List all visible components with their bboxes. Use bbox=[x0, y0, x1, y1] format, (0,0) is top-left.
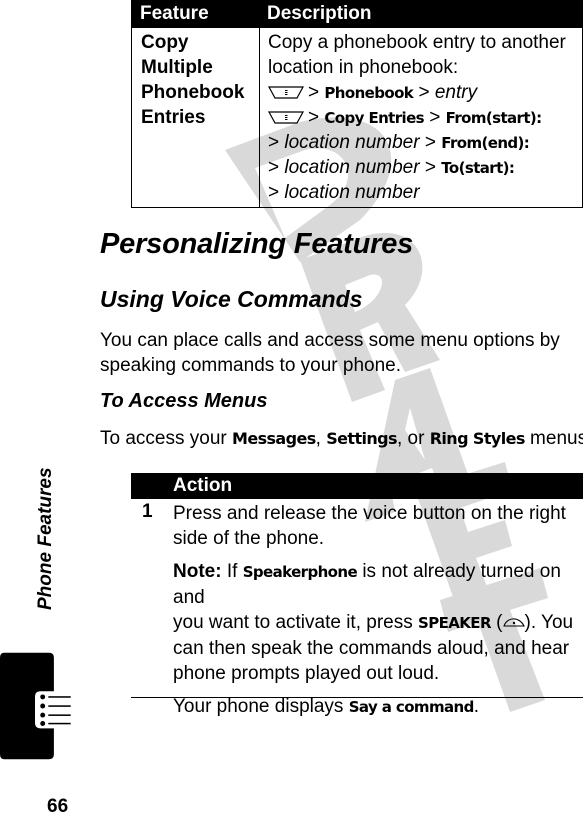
text: menus: bbox=[530, 428, 583, 449]
path-target: location number bbox=[284, 157, 420, 178]
menu-key-icon bbox=[268, 86, 304, 99]
key-speaker: SPEAKER bbox=[418, 614, 491, 632]
intro-paragraph: You can place calls and access some menu… bbox=[100, 328, 570, 378]
text: can then speak the commands aloud, and h… bbox=[173, 638, 570, 659]
path-separator: > bbox=[418, 82, 430, 103]
step-content: Press and release the voice button on th… bbox=[173, 501, 578, 728]
column-header-action: Action bbox=[173, 475, 233, 496]
feature-name-line: Copy bbox=[141, 32, 189, 53]
menu-item-copy-entries: Copy Entries bbox=[324, 109, 424, 127]
menu-path-from-end: > location number > From(end): bbox=[268, 130, 583, 155]
feature-table-header: Feature Description bbox=[131, 0, 583, 28]
path-target: entry bbox=[434, 82, 478, 103]
feature-name: Copy Multiple Phonebook Entries bbox=[141, 30, 244, 130]
text: you want to activate it, press bbox=[173, 612, 419, 633]
display-prompt: Say a command bbox=[348, 698, 475, 716]
speaker-key-icon bbox=[502, 618, 525, 627]
feature-table-row: Copy Multiple Phonebook Entries Copy a p… bbox=[131, 28, 583, 208]
path-separator: > bbox=[308, 82, 320, 103]
setting-speakerphone: Speakerphone bbox=[242, 563, 358, 581]
description-line: location in phonebook: bbox=[268, 57, 459, 78]
text: Your phone displays bbox=[173, 696, 349, 717]
path-separator: > bbox=[429, 107, 441, 128]
text: ). You bbox=[524, 612, 574, 633]
action-table-header: Action bbox=[131, 473, 583, 499]
text: To access your bbox=[100, 428, 232, 449]
step-note: Note: If Speakerphone is not already tur… bbox=[173, 559, 578, 686]
menu-item-to-start: To(start): bbox=[441, 159, 515, 177]
text: phone prompts played out loud. bbox=[173, 663, 440, 684]
path-separator: > bbox=[424, 132, 436, 153]
step-number: 1 bbox=[142, 501, 153, 522]
menu-name-messages: Messages bbox=[232, 429, 316, 448]
chapter-label: Phone Features bbox=[35, 467, 56, 610]
column-header-feature: Feature bbox=[140, 3, 209, 24]
subsection-title: To Access Menus bbox=[100, 390, 268, 412]
page-number: 66 bbox=[47, 796, 69, 817]
text: , or bbox=[396, 428, 430, 449]
action-table-bottom-rule bbox=[131, 697, 583, 698]
section-title: Personalizing Features bbox=[100, 228, 414, 260]
path-separator: > bbox=[268, 132, 280, 153]
menu-item-from-start: From(start): bbox=[445, 109, 543, 127]
description-line: Copy a phonebook entry to another bbox=[268, 32, 566, 53]
path-target: location number bbox=[284, 132, 420, 153]
column-divider bbox=[259, 28, 260, 207]
menu-key-icon bbox=[268, 111, 304, 124]
menu-name-settings: Settings bbox=[326, 429, 397, 448]
menu-path-phonebook: > Phonebook > entry bbox=[268, 80, 583, 105]
text: ( bbox=[490, 612, 503, 633]
menu-item-from-end: From(end): bbox=[441, 134, 530, 152]
step-main-text: Press and release the voice button on th… bbox=[173, 501, 578, 551]
list-tab-icon bbox=[0, 652, 71, 760]
text: side of the phone. bbox=[173, 528, 325, 549]
path-target: location number bbox=[284, 182, 420, 203]
text: . bbox=[473, 696, 480, 717]
menu-path-location: > location number bbox=[268, 180, 583, 205]
column-header-description: Description bbox=[267, 3, 372, 24]
path-separator: > bbox=[424, 157, 436, 178]
text: Press and release the voice button on th… bbox=[173, 503, 566, 524]
feature-name-line: Multiple bbox=[141, 57, 213, 78]
feature-name-line: Phonebook bbox=[141, 82, 245, 103]
menu-path-to-start: > location number > To(start): bbox=[268, 155, 583, 180]
menu-name-ring-styles: Ring Styles bbox=[429, 429, 526, 448]
path-separator: > bbox=[268, 157, 280, 178]
intro-line: speaking commands to your phone. bbox=[100, 355, 402, 376]
text: , bbox=[315, 428, 327, 449]
access-paragraph: To access your Messages, Settings, or Ri… bbox=[100, 428, 583, 450]
text: If bbox=[221, 561, 243, 582]
path-separator: > bbox=[268, 182, 280, 203]
feature-name-line: Entries bbox=[141, 107, 206, 128]
note-label: Note: bbox=[173, 561, 222, 582]
feature-description: Copy a phonebook entry to another locati… bbox=[268, 30, 583, 205]
menu-path-copy-entries: > Copy Entries > From(start): bbox=[268, 105, 583, 130]
path-separator: > bbox=[308, 107, 320, 128]
section-subtitle: Using Voice Commands bbox=[100, 286, 363, 312]
menu-item-phonebook: Phonebook bbox=[324, 84, 414, 102]
intro-line: You can place calls and access some menu… bbox=[100, 330, 560, 351]
